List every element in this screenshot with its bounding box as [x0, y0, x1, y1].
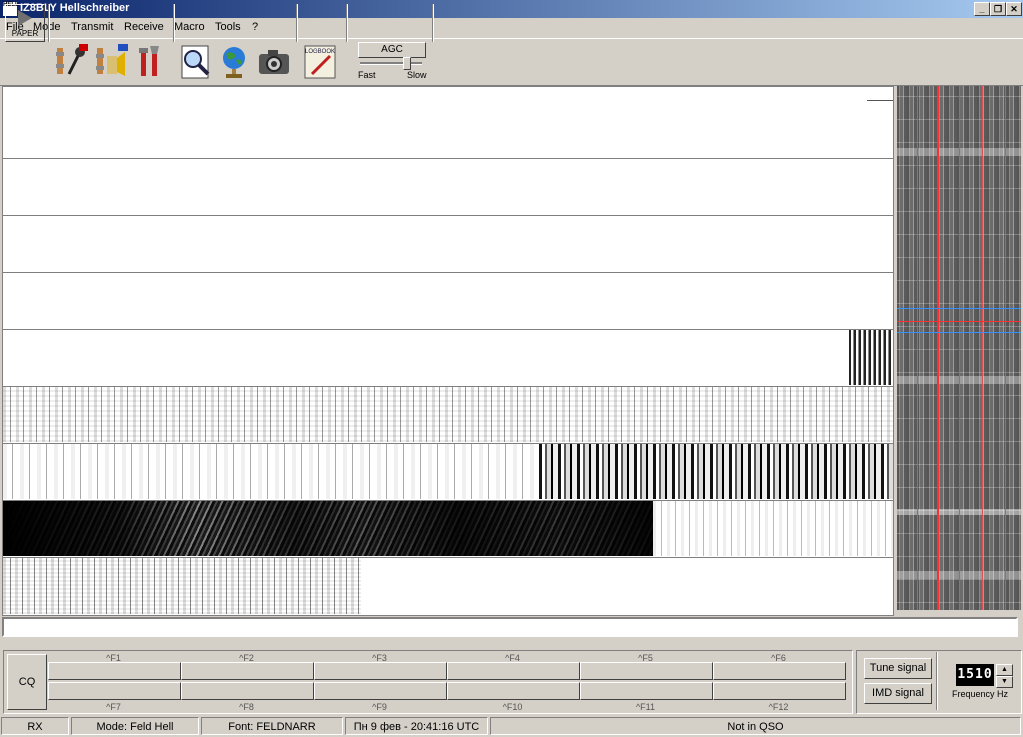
macro-button-f1[interactable]	[48, 662, 181, 680]
frequency-down-button[interactable]: ▼	[996, 676, 1013, 688]
f9-label: ^F9	[372, 702, 387, 712]
toolbar-separator	[48, 4, 50, 42]
macro-button-f7[interactable]	[48, 682, 181, 700]
frequency-label: Frequency Hz	[952, 689, 1009, 699]
macro-button-f8[interactable]	[181, 682, 314, 700]
agc-speed-slider-thumb[interactable]	[403, 57, 411, 70]
logbook-icon[interactable]: LOGBOOK	[302, 44, 338, 80]
signal-trace	[539, 444, 893, 499]
row-divider	[3, 329, 893, 330]
zoom-icon[interactable]	[178, 44, 214, 80]
macro-button-f4[interactable]	[447, 662, 580, 680]
menu-help[interactable]: ?	[252, 21, 258, 33]
waterfall-display[interactable]	[897, 86, 1021, 610]
agc-button[interactable]: AGC	[358, 42, 426, 58]
agc-speed-slider[interactable]	[360, 62, 422, 65]
waterfall-marker	[937, 86, 939, 610]
tx-settings-icon[interactable]	[93, 44, 129, 80]
minimize-button[interactable]: _	[974, 2, 990, 16]
tune-signal-button[interactable]: Tune signal	[864, 658, 932, 679]
slider-slow-label: Slow	[407, 70, 427, 80]
toolbar-separator	[346, 4, 348, 42]
macro-button-f5[interactable]	[580, 662, 713, 680]
macro-button-f11[interactable]	[580, 682, 713, 700]
row-divider	[3, 215, 893, 216]
toolbar-separator	[173, 4, 175, 42]
noise-trace	[3, 558, 361, 614]
passband-bottom	[897, 332, 1021, 333]
tuning-marker	[897, 321, 1021, 322]
menu-macro[interactable]: Macro	[174, 21, 205, 33]
waterfall-marker	[917, 86, 918, 610]
status-bar: RX Mode: Feld Hell Font: FELDNARR Пн 9 ф…	[0, 716, 1023, 737]
paper-label: PAPER	[11, 29, 39, 38]
toolbar-separator	[432, 4, 434, 42]
waterfall-marker	[959, 86, 960, 610]
macro-button-f6[interactable]	[713, 662, 846, 680]
signal-trace	[3, 501, 653, 556]
camera-icon[interactable]	[256, 44, 292, 80]
row-divider	[3, 158, 893, 159]
f11-label: ^F11	[635, 702, 656, 712]
globe-icon[interactable]	[216, 44, 252, 80]
title-bar: HELL IZ8BLY Hellschreiber _ ❐ ✕	[0, 0, 1023, 18]
rx-mic-icon[interactable]	[53, 44, 89, 80]
status-font: Font: FELDNARR	[201, 717, 343, 735]
macro-button-f10[interactable]	[447, 682, 580, 700]
menu-tools[interactable]: Tools	[215, 21, 241, 33]
waterfall-marker	[1005, 86, 1006, 610]
status-mode: Mode: Feld Hell	[71, 717, 199, 735]
macro-button-f3[interactable]	[314, 662, 447, 680]
play-icon	[18, 10, 32, 26]
logbook-text: LOGBOOK	[305, 49, 335, 55]
frequency-display[interactable]: 1510	[956, 664, 994, 686]
f7-label: ^F7	[106, 702, 121, 712]
menu-transmit[interactable]: Transmit	[71, 21, 113, 33]
macro-button-f2[interactable]	[181, 662, 314, 680]
f10-label: ^F10	[502, 702, 523, 712]
passband-top	[897, 308, 1021, 309]
macro-button-f9[interactable]	[314, 682, 447, 700]
cq-button[interactable]: CQ	[7, 654, 47, 710]
f8-label: ^F8	[239, 702, 254, 712]
status-qso: Not in QSO	[490, 717, 1021, 735]
macro-button-f12[interactable]	[713, 682, 846, 700]
paper-button[interactable]: PAPER	[5, 4, 45, 42]
status-rx: RX	[1, 717, 69, 735]
tools-icon[interactable]	[132, 44, 168, 80]
toolbar-separator	[296, 4, 298, 42]
transmit-text-input[interactable]	[2, 617, 1018, 637]
noise-trace	[653, 501, 893, 556]
frequency-up-button[interactable]: ▲	[996, 664, 1013, 676]
noise-trace	[3, 387, 893, 442]
imd-signal-button[interactable]: IMD signal	[864, 683, 932, 704]
slider-fast-label: Fast	[358, 70, 376, 80]
row-divider	[3, 272, 893, 273]
menu-bar: File Mode Transmit Receive Macro Tools ?	[0, 18, 1023, 37]
menu-receive[interactable]: Receive	[124, 21, 164, 33]
cursor-mark	[867, 100, 893, 101]
close-button[interactable]: ✕	[1006, 2, 1022, 16]
noise-trace	[3, 444, 539, 499]
waterfall-marker	[982, 86, 983, 610]
status-datetime: Пн 9 фев - 20:41:16 UTC	[345, 717, 488, 735]
restore-button[interactable]: ❐	[990, 2, 1006, 16]
signal-trace	[849, 330, 891, 385]
f12-label: ^F12	[768, 702, 789, 712]
panel-divider	[936, 652, 938, 710]
hell-receive-area[interactable]	[2, 86, 894, 616]
